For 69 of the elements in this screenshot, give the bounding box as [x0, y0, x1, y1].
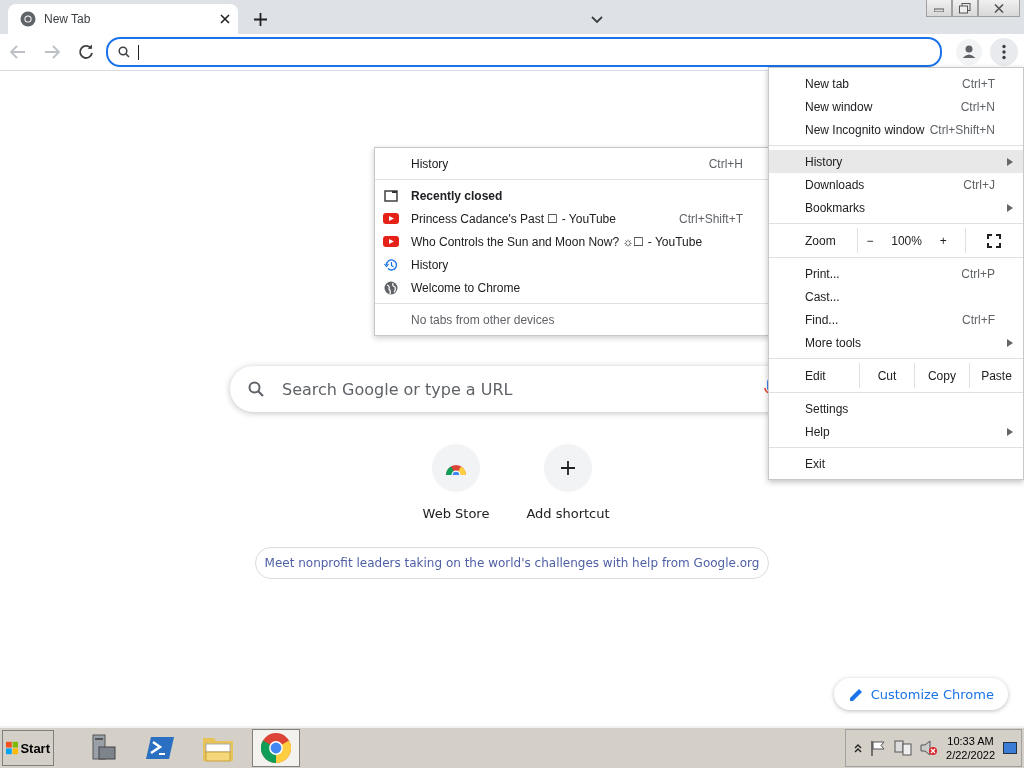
menu-item[interactable]: Find... Ctrl+F	[769, 308, 1023, 331]
submenu-item[interactable]: Who Controls the Sun and Moon Now? ☼☐ - YouTube	[375, 230, 769, 253]
chrome-icon	[261, 733, 291, 763]
start-button[interactable]: Start	[2, 730, 54, 766]
close-icon	[994, 3, 1004, 13]
shortcut-label: Add shortcut	[526, 506, 610, 521]
menu-item[interactable]: Downloads Ctrl+J	[769, 173, 1023, 196]
muted-speaker-icon[interactable]	[920, 740, 939, 756]
submenu-item[interactable]: Princess Cadance's Past ☐ - YouTube Ctrl+Shift+T	[375, 207, 769, 230]
submenu-item[interactable]: History Ctrl+H	[375, 152, 769, 175]
restore-button[interactable]	[952, 0, 978, 17]
edit-action-button[interactable]: Paste	[968, 363, 1023, 388]
restore-icon	[959, 2, 971, 14]
menu-item[interactable]: New window Ctrl+N	[769, 95, 1023, 118]
submenu-item[interactable]: Welcome to Chrome	[375, 276, 769, 299]
tab-title: New Tab	[44, 12, 92, 26]
customize-chrome-button[interactable]: Customize Chrome	[833, 678, 1008, 710]
submenu-item[interactable]: History	[375, 253, 769, 276]
close-window-button[interactable]	[978, 0, 1020, 17]
edit-label: Edit	[804, 367, 827, 385]
shortcut-tile[interactable]	[544, 444, 592, 492]
reload-icon[interactable]	[78, 44, 94, 60]
youtube-icon	[383, 213, 399, 224]
chrome-tab-icon	[20, 11, 36, 27]
clock-date: 2/22/2022	[946, 748, 995, 762]
zoom-in-button[interactable]: +	[939, 233, 947, 248]
menu-item[interactable]: History	[769, 150, 1023, 173]
show-desktop-icon[interactable]	[1003, 742, 1017, 754]
menu-item[interactable]: Cast...	[769, 285, 1023, 308]
menu-item[interactable]: More tools	[769, 331, 1023, 354]
flag-icon[interactable]	[870, 740, 887, 756]
show-hidden-icons-icon[interactable]	[854, 743, 863, 753]
menu-icon[interactable]	[990, 38, 1018, 66]
plus-icon	[561, 461, 575, 475]
edit-action-button[interactable]: Copy	[913, 363, 969, 388]
section-header: Recently closed	[375, 184, 769, 207]
text-cursor	[138, 44, 139, 60]
new-tab-plus-icon[interactable]	[254, 13, 267, 26]
search-icon	[248, 381, 264, 397]
youtube-icon	[383, 236, 399, 247]
empty-note: No tabs from other devices	[410, 311, 556, 329]
network-icon[interactable]	[894, 740, 913, 756]
close-icon[interactable]	[220, 14, 230, 24]
menu-item[interactable]: Exit	[769, 452, 1023, 475]
menu-item[interactable]: Help	[769, 420, 1023, 443]
zoom-out-button[interactable]: −	[866, 233, 874, 248]
menu-item[interactable]: Bookmarks	[769, 196, 1023, 219]
edit-action-button[interactable]: Cut	[859, 363, 914, 388]
powershell-icon	[145, 735, 175, 761]
menu-item[interactable]: New tab Ctrl+T	[769, 72, 1023, 95]
menu-item[interactable]: New Incognito window Ctrl+Shift+N	[769, 118, 1023, 141]
clock-time: 10:33 AM	[947, 734, 994, 748]
profile-icon[interactable]	[956, 39, 982, 65]
address-bar[interactable]	[106, 37, 942, 67]
browser-tab[interactable]: New Tab	[8, 4, 238, 34]
taskbar-app[interactable]	[252, 729, 300, 767]
shortcut-label: Web Store	[422, 506, 490, 521]
fullscreen-icon[interactable]	[987, 233, 1002, 248]
zoom-level: 100%	[891, 233, 922, 248]
zoom-label: Zoom	[804, 232, 837, 250]
tab-window-icon	[384, 189, 398, 202]
windows-logo-icon	[6, 741, 19, 755]
shortcut-tile[interactable]	[432, 444, 480, 492]
search-icon	[118, 46, 130, 58]
pencil-icon	[849, 687, 863, 701]
history-icon	[384, 257, 398, 272]
menu-item[interactable]: Print... Ctrl+P	[769, 262, 1023, 285]
tab-search-caret-icon[interactable]	[590, 16, 603, 24]
globe-icon	[384, 280, 398, 295]
